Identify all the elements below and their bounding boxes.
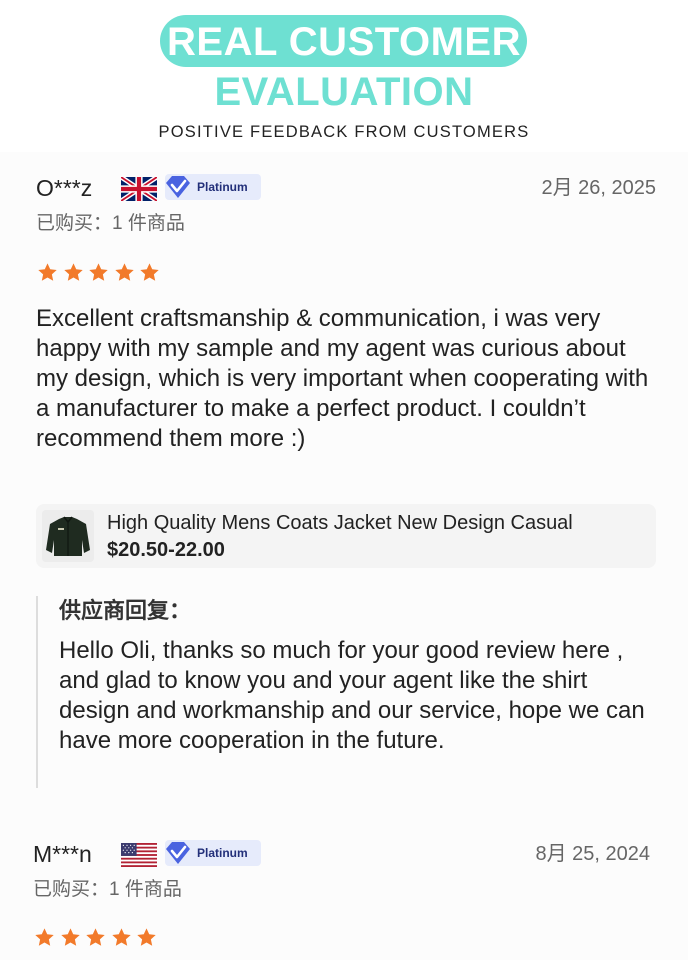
product-title[interactable]: High Quality Mens Coats Jacket New Desig… — [107, 510, 642, 536]
review-date: 2月 26, 2025 — [541, 177, 656, 199]
star-icon — [89, 263, 108, 281]
supplier-reply: 供应商回复： Hello Oli, thanks so much for you… — [36, 596, 654, 788]
reply-text: Hello Oli, thanks so much for your good … — [59, 637, 645, 754]
page-title-line2: EVALUATION — [214, 70, 474, 114]
diamond-icon — [166, 842, 190, 864]
review-date: 8月 25, 2024 — [535, 843, 650, 865]
reviewer-name: M***n — [33, 841, 92, 867]
review-header: O***z Platinum 2月 26, 2025 — [36, 172, 656, 208]
platinum-badge: Platinum — [165, 840, 261, 866]
badge-label: Platinum — [197, 180, 248, 194]
star-icon — [111, 928, 131, 946]
jacket-icon — [42, 510, 94, 562]
star-icon — [86, 928, 105, 946]
star-icon — [137, 928, 156, 946]
us-flag-icon — [121, 843, 157, 867]
uk-flag-icon — [121, 177, 157, 201]
star-icon — [114, 263, 134, 281]
star-rating — [37, 262, 165, 284]
purchase-count: 已购买：1 件商品 — [36, 213, 185, 234]
star-icon — [38, 263, 57, 281]
page-title-line1: REAL CUSTOMER — [167, 20, 521, 64]
product-card[interactable]: High Quality Mens Coats Jacket New Desig… — [36, 504, 656, 568]
review-header: M***n Platinum 8月 25, 2024 — [33, 838, 650, 874]
page-header: REAL CUSTOMER EVALUATION POSITIVE FEEDBA… — [0, 0, 688, 152]
star-icon — [60, 928, 80, 946]
star-icon — [63, 263, 83, 281]
purchase-count: 已购买：1 件商品 — [33, 879, 182, 900]
page-subtitle: POSITIVE FEEDBACK FROM CUSTOMERS — [158, 123, 530, 141]
diamond-icon — [166, 176, 190, 198]
jacket-thumbnail[interactable] — [42, 510, 94, 562]
product-price: $20.50-22.00 — [107, 539, 225, 561]
reviewer-name: O***z — [36, 175, 93, 201]
review-text: Excellent craftsmanship & communication,… — [36, 305, 649, 452]
reply-title: 供应商回复： — [59, 598, 192, 623]
star-icon — [35, 928, 54, 946]
star-rating — [34, 927, 162, 949]
platinum-badge: Platinum — [165, 174, 261, 200]
star-icon — [140, 263, 159, 281]
badge-label: Platinum — [197, 846, 248, 860]
